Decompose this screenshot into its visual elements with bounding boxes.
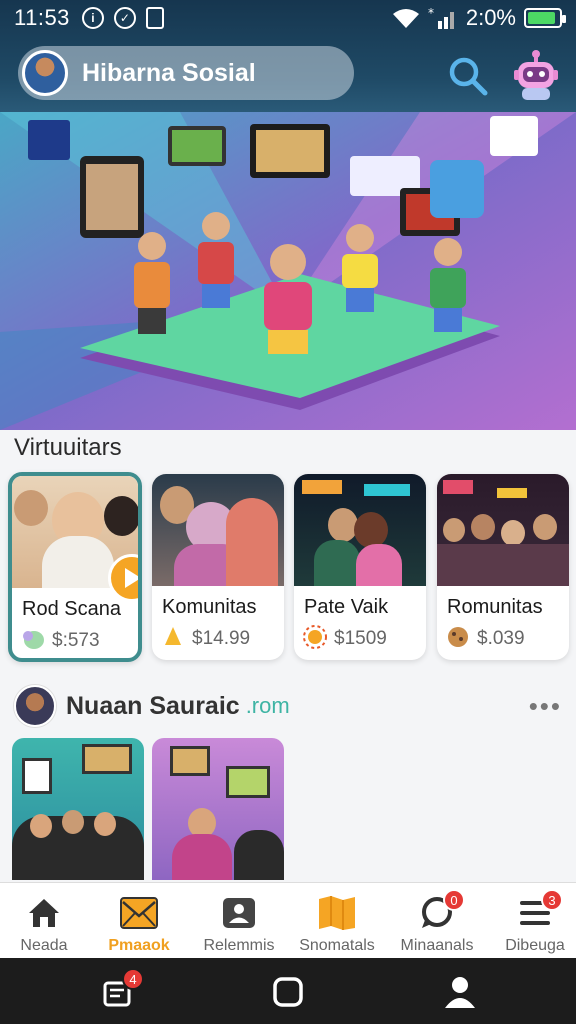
post-image[interactable] (152, 738, 284, 880)
card-title: Romunitas (447, 596, 543, 618)
play-button[interactable] (108, 554, 138, 602)
battery-text: 2:0% (465, 5, 516, 30)
sun-icon (303, 625, 327, 649)
avatar[interactable] (22, 50, 68, 96)
card-title: Komunitas (162, 596, 257, 618)
post-header: Nuaan Sauraic .rom ••• (14, 684, 562, 728)
card-title: Pate Vaik (304, 596, 389, 618)
robot-assistant-icon[interactable] (508, 46, 564, 102)
info-icon: i (81, 7, 104, 29)
card-price: $14.99 (192, 628, 251, 649)
system-recents-button[interactable]: 4 (98, 968, 144, 1012)
mail-icon (120, 897, 158, 929)
card-image (152, 474, 284, 586)
post-domain[interactable]: .rom (246, 693, 290, 719)
nav-label: Dibeuga (505, 937, 565, 954)
system-navigation-bar: 4 (0, 958, 576, 1024)
card-image (294, 474, 426, 586)
card-price: $.039 (477, 628, 525, 649)
nav-label: Snomatals (299, 937, 375, 954)
bottom-navigation: Neada Pmaaok Relemmis Snomatals 0 Minaan… (0, 882, 576, 958)
map-icon (319, 896, 355, 930)
nav-label: Relemmis (203, 937, 275, 954)
person-icon (445, 977, 475, 1008)
nav-item-menu[interactable]: 3 Dibeuga (487, 883, 576, 959)
wifi-icon (392, 9, 419, 28)
cookie-icon (448, 627, 468, 647)
card-price: $1509 (334, 628, 387, 649)
system-profile-button[interactable] (440, 972, 480, 1012)
card-carousel[interactable]: Rod Scana $:573 Komunitas $14.99 Pate Va (8, 472, 576, 662)
notification-badge: 4 (122, 968, 144, 990)
check-circle-icon: ✓ (113, 7, 136, 29)
avatar[interactable] (14, 685, 56, 727)
card-item[interactable]: Romunitas $.039 (437, 474, 569, 660)
bell-icon (165, 627, 181, 645)
battery-level (528, 12, 555, 24)
nav-item-mail[interactable]: Pmaaok (91, 883, 187, 959)
profile-title-pill[interactable]: Hibarna Sosial (18, 46, 354, 100)
card-price: $:573 (52, 630, 100, 651)
status-time: 11:53 (14, 5, 70, 30)
card-image (437, 474, 569, 586)
system-home-button[interactable] (268, 972, 308, 1012)
status-bar: 11:53 i ✓ * 2:0% (0, 0, 576, 36)
signal-icon: * (428, 7, 454, 29)
notification-badge: 3 (541, 889, 563, 911)
sim-icon (145, 7, 164, 29)
nav-item-contacts[interactable]: Relemmis (191, 883, 287, 959)
more-options-icon[interactable]: ••• (529, 691, 562, 722)
nav-item-chat[interactable]: 0 Minaanals (389, 883, 485, 959)
nav-label: Pmaaok (108, 937, 170, 954)
nav-label: Neada (20, 937, 68, 954)
hero-illustration (0, 112, 576, 430)
notification-badge: 0 (443, 889, 465, 911)
search-icon[interactable] (446, 54, 490, 98)
home-icon (29, 899, 59, 927)
card-title: Rod Scana (22, 598, 121, 620)
card-item[interactable]: Rod Scana $:573 (8, 472, 142, 662)
nav-item-map[interactable]: Snomatals (289, 883, 385, 959)
battery-icon (524, 8, 566, 28)
post-image[interactable] (12, 738, 144, 880)
play-icon (125, 568, 138, 588)
nav-item-home[interactable]: Neada (0, 883, 92, 959)
contacts-icon (223, 898, 255, 928)
section-title: Virtuuitars (14, 434, 122, 461)
post-author[interactable]: Nuaan Sauraic (66, 692, 240, 721)
app-bar: 11:53 i ✓ * 2:0% Hibarna Sosial (0, 0, 576, 112)
page-title: Hibarna Sosial (82, 58, 256, 87)
nav-label: Minaanals (400, 937, 474, 954)
elephant-icon (23, 631, 44, 649)
card-item[interactable]: Pate Vaik $1509 (294, 474, 426, 660)
square-icon (273, 977, 303, 1007)
svg-text:*: * (428, 7, 434, 20)
card-item[interactable]: Komunitas $14.99 (152, 474, 284, 660)
